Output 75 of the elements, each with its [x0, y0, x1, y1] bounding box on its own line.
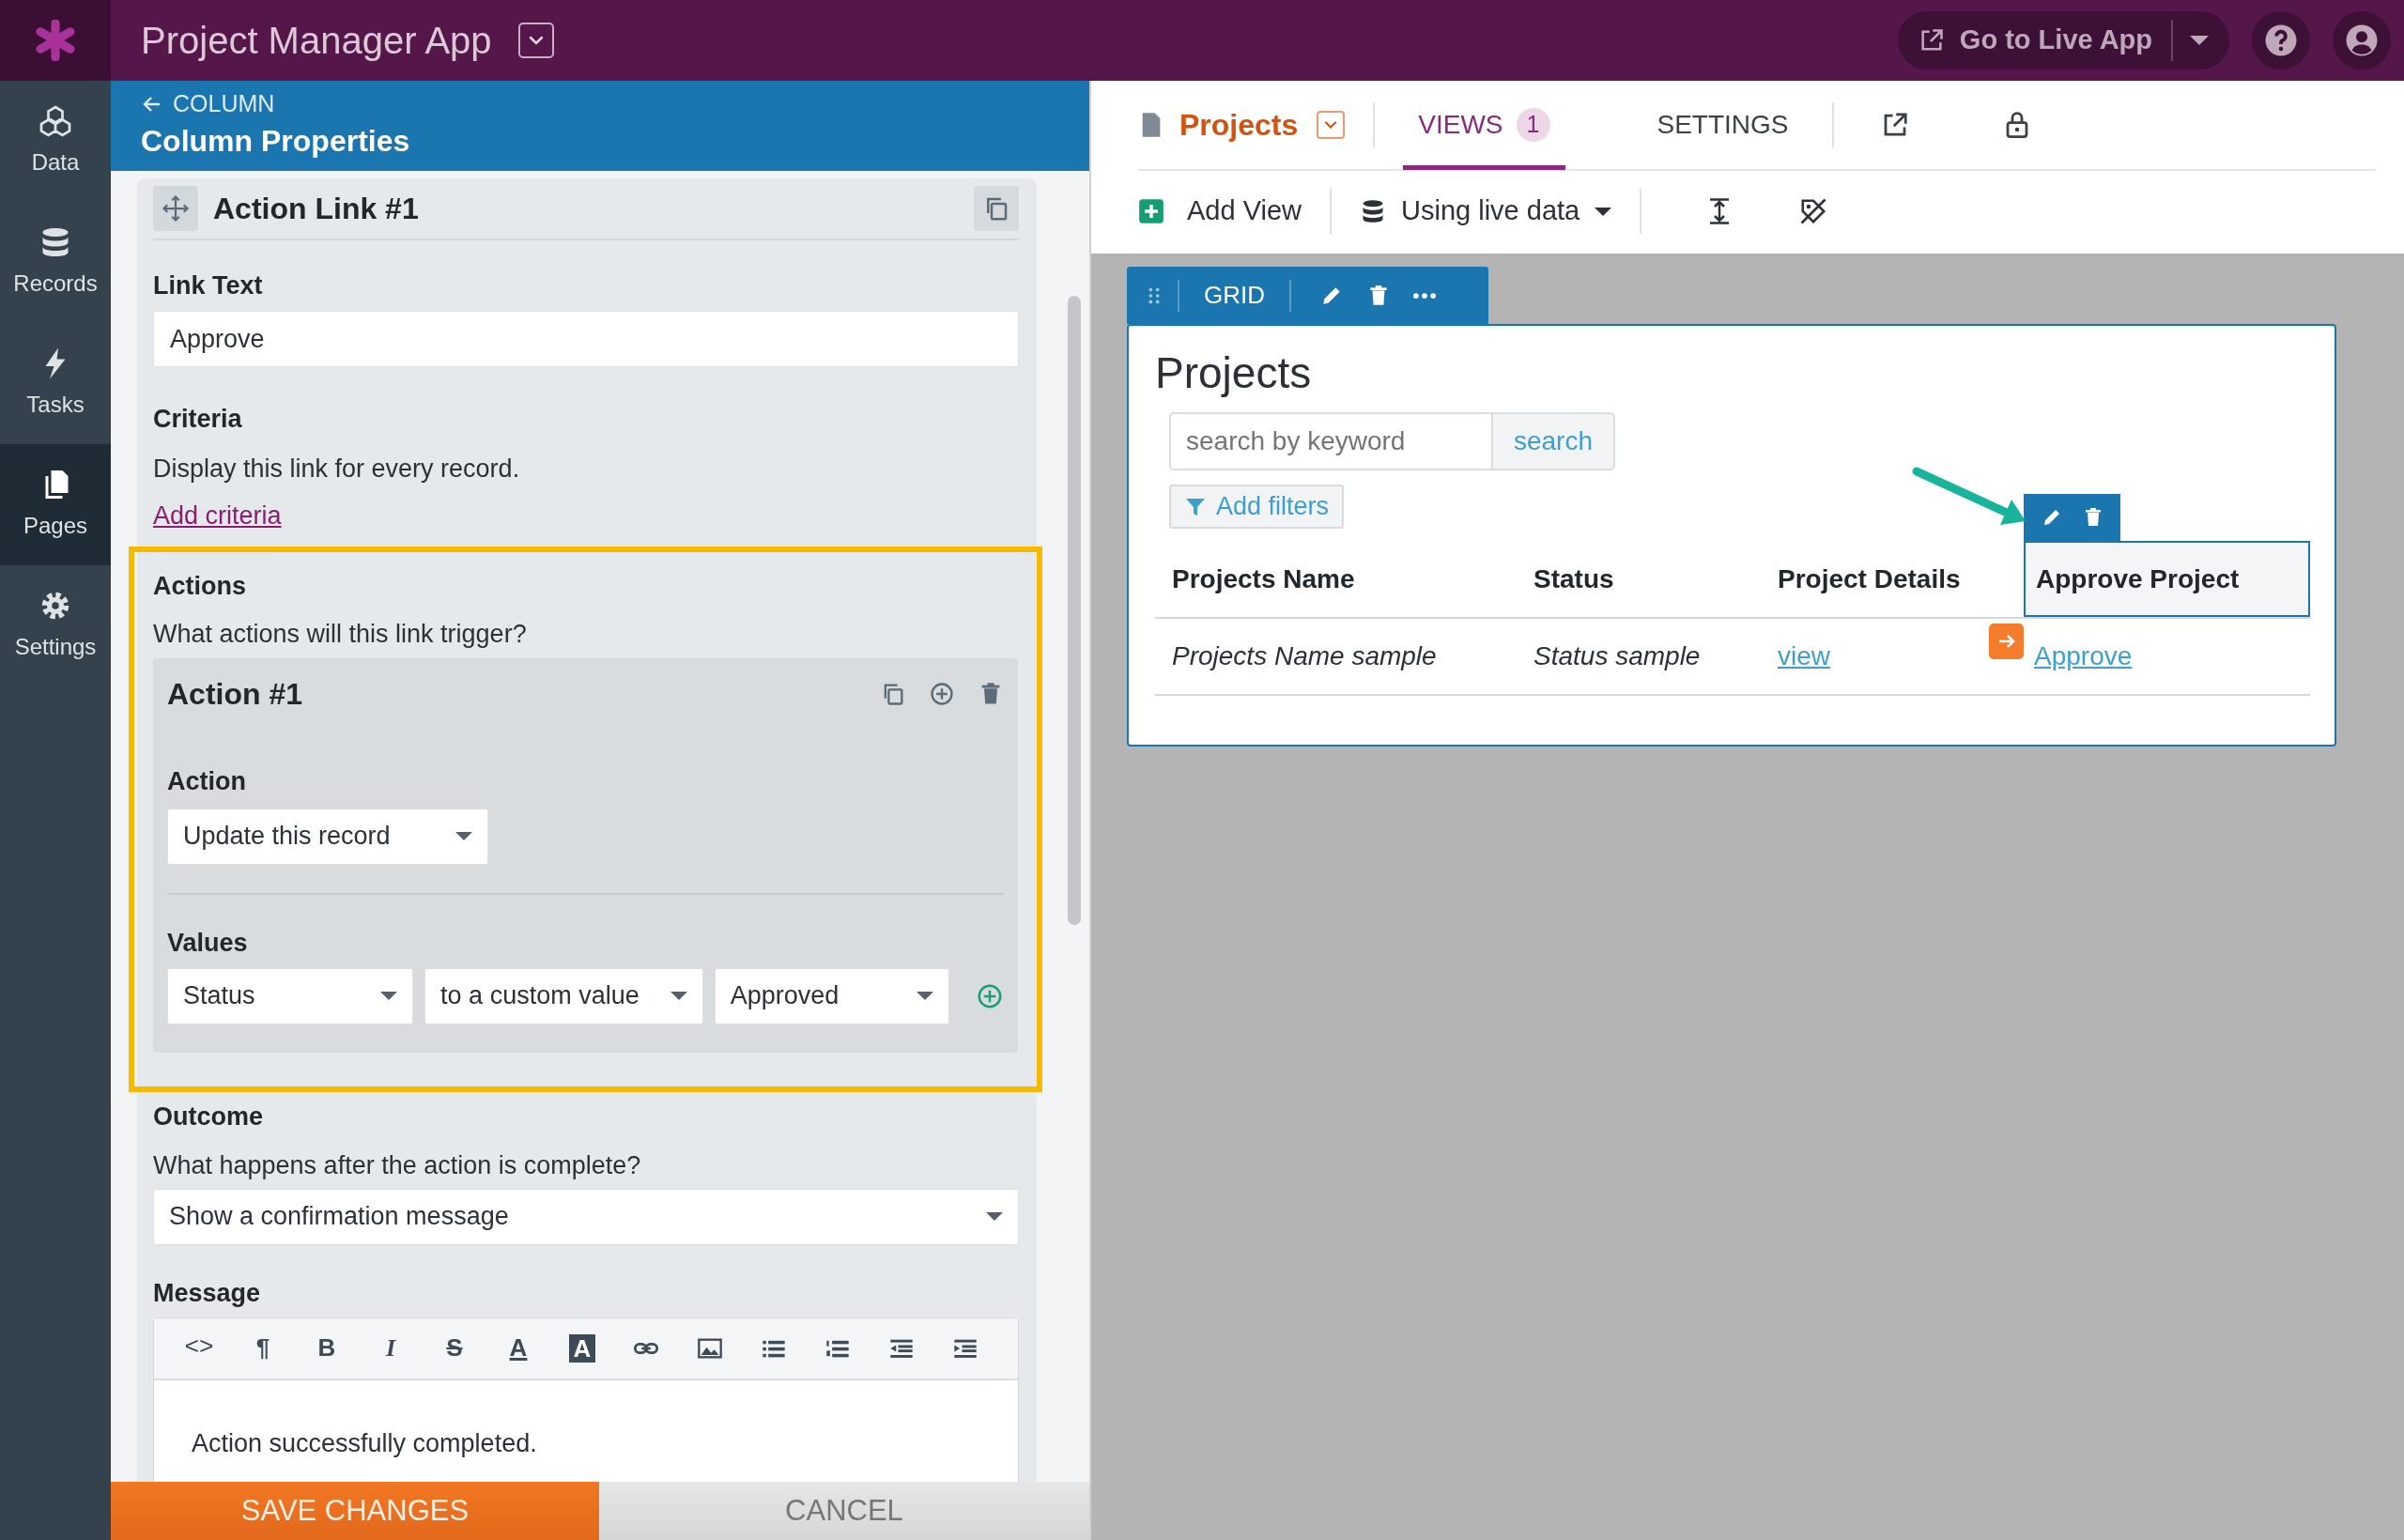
message-text: Action successfully completed.: [192, 1427, 537, 1459]
caret-icon: [2190, 36, 2209, 45]
nav-item[interactable]: Pages: [0, 444, 111, 565]
caret-icon: [917, 992, 933, 1000]
caret-icon: [380, 992, 398, 1000]
select-field[interactable]: Approved: [714, 967, 949, 1024]
field-label: Values: [167, 927, 249, 959]
drag-handle[interactable]: [153, 186, 198, 231]
field-label: Criteria: [153, 404, 243, 435]
table-cell-text: Status sample: [1533, 640, 1702, 672]
highlight-button[interactable]: A: [550, 1326, 614, 1370]
para-button[interactable]: ¶: [231, 1326, 295, 1370]
select-field[interactable]: Status: [167, 967, 414, 1024]
field-label: Link Text: [153, 270, 264, 301]
item-title: Action Link #1: [213, 191, 419, 227]
hide-tags-button[interactable]: [1799, 197, 1828, 225]
page-title: Projects: [1179, 107, 1299, 144]
user-icon: [2345, 23, 2379, 57]
panel-title: Column Properties: [141, 122, 411, 160]
app-title: Project Manager App: [141, 19, 492, 63]
more-icon: [1413, 292, 1436, 299]
select-field[interactable]: Show a confirmation message: [153, 1188, 1019, 1245]
plus-circle-icon: [929, 680, 955, 707]
plus-square-icon: [1138, 198, 1164, 224]
field-label: Action: [167, 765, 247, 797]
column-header[interactable]: Approve Project: [2024, 541, 2310, 617]
help-text: What actions will this link trigger?: [153, 618, 528, 650]
live-app-button[interactable]: Go to Live App: [1918, 20, 2173, 61]
nav-item[interactable]: Settings: [0, 565, 111, 686]
select-field[interactable]: Update this record: [167, 808, 488, 865]
color-button[interactable]: A: [486, 1326, 550, 1370]
action-title: Action #1: [167, 676, 303, 711]
tab[interactable]: VIEWS 1: [1403, 80, 1565, 170]
field-label: Actions: [153, 570, 247, 602]
caret-icon: [455, 832, 472, 840]
column-header[interactable]: Projects Name: [1155, 541, 1517, 617]
data-source-dropdown[interactable]: Using live data: [1360, 191, 1612, 232]
add-view-button[interactable]: Add View: [1138, 191, 1302, 232]
code-button[interactable]: <>: [167, 1326, 231, 1370]
caret-icon: [986, 1212, 1003, 1221]
count-badge: 1: [1516, 108, 1550, 142]
strike-button[interactable]: S: [423, 1326, 486, 1370]
caret-icon: [1595, 207, 1612, 216]
bold-button[interactable]: B: [295, 1326, 359, 1370]
column-header[interactable]: Project Details: [1761, 541, 2024, 617]
search-field[interactable]: search by keyword: [1169, 412, 1493, 470]
field-label: Outcome: [153, 1101, 265, 1132]
copy-button[interactable]: [974, 186, 1019, 231]
add-button[interactable]: [929, 680, 955, 707]
table-cell-text: Projects Name sample: [1171, 640, 1438, 672]
page-menu-button[interactable]: [1317, 111, 1346, 139]
help-text: Display this link for every record.: [153, 454, 521, 485]
tab[interactable]: SETTINGS: [1641, 80, 1804, 170]
nav-item[interactable]: Data: [0, 81, 111, 202]
asterisk-logo: [35, 20, 76, 61]
column-header[interactable]: Status: [1517, 541, 1761, 617]
caret-icon: [670, 992, 687, 1000]
move-icon: [162, 194, 190, 223]
help-text: What happens after the action is complete?: [153, 1149, 642, 1181]
cubes-icon: [39, 103, 72, 138]
tag-slash-icon: [1799, 197, 1828, 225]
back-link[interactable]: COLUMN: [141, 86, 275, 122]
select-field[interactable]: to a custom value: [424, 967, 703, 1024]
scrollbar-thumb[interactable]: [1068, 296, 1081, 925]
text-field[interactable]: Approve: [153, 311, 1019, 367]
app-menu-button[interactable]: [517, 23, 554, 58]
nav-item[interactable]: Records: [0, 202, 111, 323]
add-criteria-link[interactable]: Add criteria: [153, 499, 282, 532]
view-type-label: GRID: [1203, 280, 1266, 311]
italic-button[interactable]: I: [359, 1326, 423, 1370]
more-button[interactable]: [1413, 292, 1436, 299]
nav-item[interactable]: Tasks: [0, 323, 111, 444]
field-label: Message: [153, 1277, 262, 1309]
view-title: Projects: [1155, 348, 1313, 397]
help-icon: [2264, 23, 2298, 57]
